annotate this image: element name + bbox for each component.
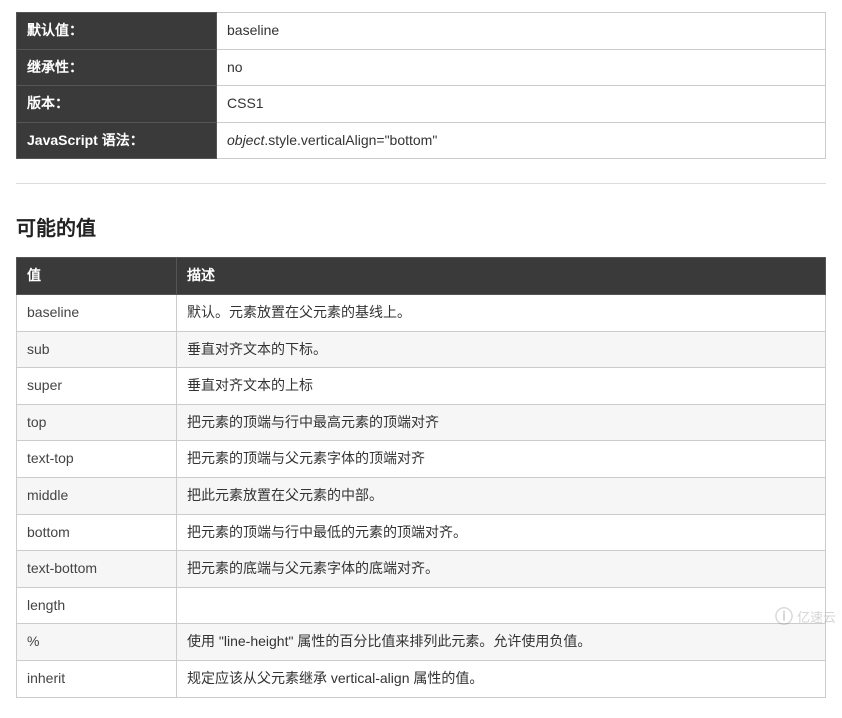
value-cell: bottom bbox=[17, 514, 177, 551]
desc-cell: 把元素的底端与父元素字体的底端对齐。 bbox=[177, 551, 826, 588]
table-row: 继承性： no bbox=[17, 49, 826, 86]
value-cell: text-bottom bbox=[17, 551, 177, 588]
table-row: 版本： CSS1 bbox=[17, 86, 826, 123]
table-row: 默认值： baseline bbox=[17, 13, 826, 50]
def-value: baseline bbox=[217, 13, 826, 50]
table-row: inherit规定应该从父元素继承 vertical-align 属性的值。 bbox=[17, 660, 826, 697]
desc-cell: 把元素的顶端与父元素字体的顶端对齐 bbox=[177, 441, 826, 478]
table-row: %使用 "line-height" 属性的百分比值来排列此元素。允许使用负值。 bbox=[17, 624, 826, 661]
value-cell: inherit bbox=[17, 660, 177, 697]
def-label: 版本： bbox=[17, 86, 217, 123]
desc-cell: 规定应该从父元素继承 vertical-align 属性的值。 bbox=[177, 660, 826, 697]
value-cell: sub bbox=[17, 331, 177, 368]
value-cell: % bbox=[17, 624, 177, 661]
value-cell: super bbox=[17, 368, 177, 405]
values-body: baseline默认。元素放置在父元素的基线上。sub垂直对齐文本的下标。sup… bbox=[17, 294, 826, 697]
desc-cell: 把此元素放置在父元素的中部。 bbox=[177, 477, 826, 514]
definitions-table: 默认值： baseline 继承性： no 版本： CSS1 JavaScrip… bbox=[16, 12, 826, 159]
divider bbox=[16, 183, 826, 184]
js-rest: .style.verticalAlign="bottom" bbox=[264, 132, 437, 148]
def-value: no bbox=[217, 49, 826, 86]
table-row: text-top把元素的顶端与父元素字体的顶端对齐 bbox=[17, 441, 826, 478]
def-value-js: object.style.verticalAlign="bottom" bbox=[217, 122, 826, 159]
table-row: length bbox=[17, 587, 826, 624]
table-row: super垂直对齐文本的上标 bbox=[17, 368, 826, 405]
values-header-desc: 描述 bbox=[177, 258, 826, 295]
def-value: CSS1 bbox=[217, 86, 826, 123]
value-cell: top bbox=[17, 404, 177, 441]
value-cell: text-top bbox=[17, 441, 177, 478]
def-label: 继承性： bbox=[17, 49, 217, 86]
def-label: JavaScript 语法： bbox=[17, 122, 217, 159]
table-row: bottom把元素的顶端与行中最低的元素的顶端对齐。 bbox=[17, 514, 826, 551]
desc-cell bbox=[177, 587, 826, 624]
values-header-value: 值 bbox=[17, 258, 177, 295]
table-row: JavaScript 语法： object.style.verticalAlig… bbox=[17, 122, 826, 159]
js-object-italic: object bbox=[227, 132, 264, 148]
table-row: top把元素的顶端与行中最高元素的顶端对齐 bbox=[17, 404, 826, 441]
desc-cell: 把元素的顶端与行中最高元素的顶端对齐 bbox=[177, 404, 826, 441]
desc-cell: 垂直对齐文本的下标。 bbox=[177, 331, 826, 368]
values-table: 值 描述 baseline默认。元素放置在父元素的基线上。sub垂直对齐文本的下… bbox=[16, 257, 826, 697]
table-row: middle把此元素放置在父元素的中部。 bbox=[17, 477, 826, 514]
desc-cell: 默认。元素放置在父元素的基线上。 bbox=[177, 294, 826, 331]
value-cell: baseline bbox=[17, 294, 177, 331]
value-cell: length bbox=[17, 587, 177, 624]
desc-cell: 把元素的顶端与行中最低的元素的顶端对齐。 bbox=[177, 514, 826, 551]
section-heading: 可能的值 bbox=[16, 212, 826, 241]
desc-cell: 垂直对齐文本的上标 bbox=[177, 368, 826, 405]
table-row: sub垂直对齐文本的下标。 bbox=[17, 331, 826, 368]
definitions-body: 默认值： baseline 继承性： no 版本： CSS1 JavaScrip… bbox=[17, 13, 826, 159]
def-label: 默认值： bbox=[17, 13, 217, 50]
table-row: text-bottom把元素的底端与父元素字体的底端对齐。 bbox=[17, 551, 826, 588]
table-row: baseline默认。元素放置在父元素的基线上。 bbox=[17, 294, 826, 331]
value-cell: middle bbox=[17, 477, 177, 514]
desc-cell: 使用 "line-height" 属性的百分比值来排列此元素。允许使用负值。 bbox=[177, 624, 826, 661]
